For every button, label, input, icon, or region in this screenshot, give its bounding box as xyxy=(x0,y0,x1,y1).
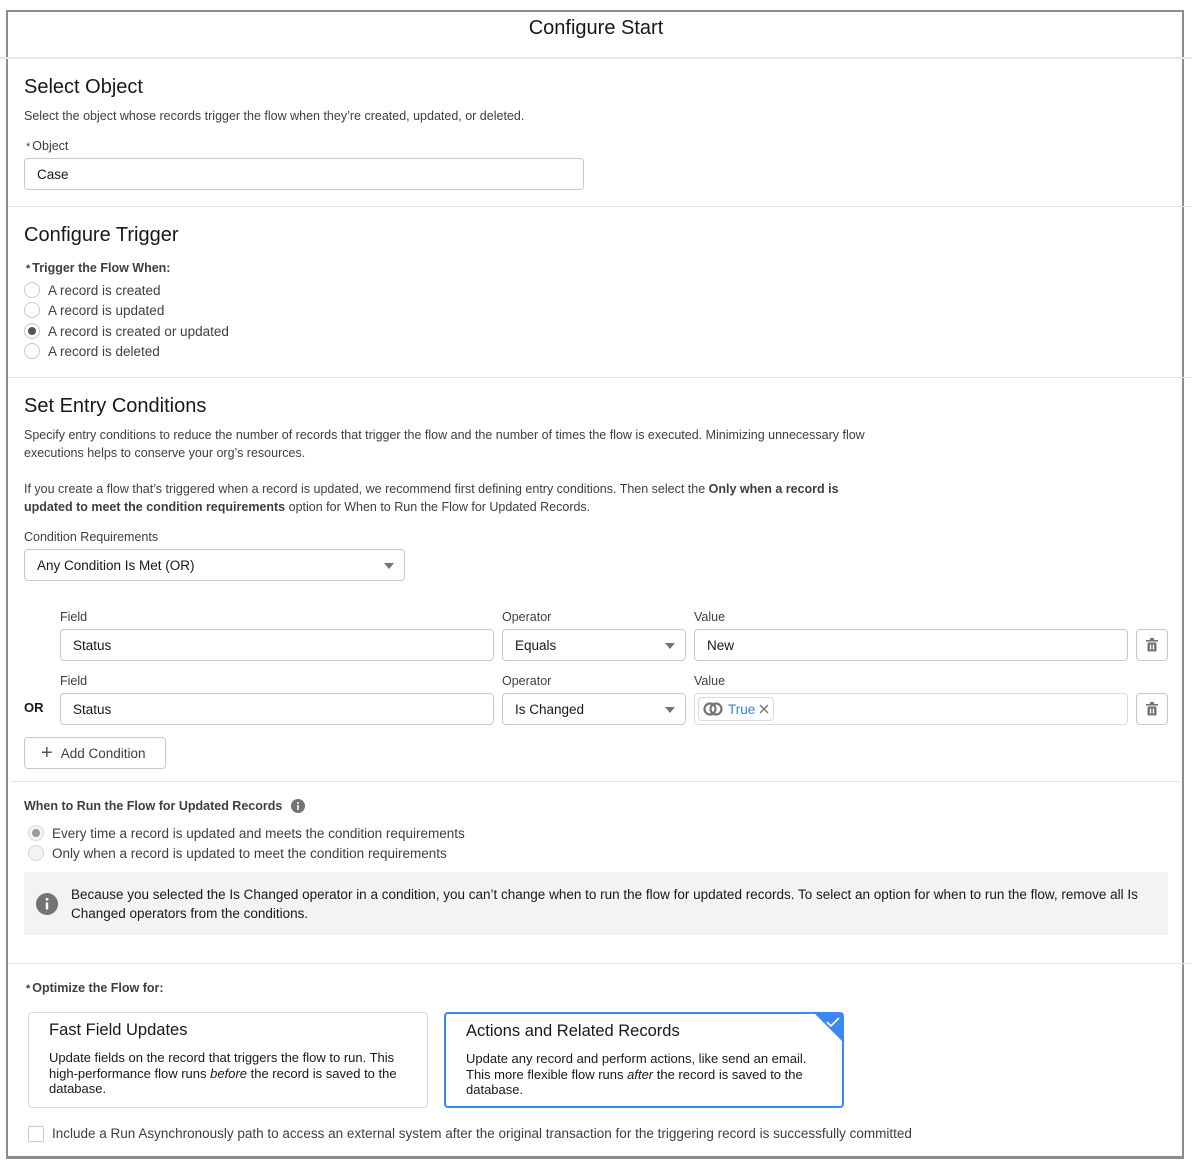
card-desc-em: before xyxy=(210,1065,248,1081)
operator-value: Equals xyxy=(515,637,557,653)
boolean-icon xyxy=(703,702,723,716)
section-divider xyxy=(8,963,1192,964)
object-label-text: Object xyxy=(32,139,69,153)
radio-button-checked[interactable] xyxy=(24,323,40,339)
radio-button[interactable] xyxy=(24,282,40,298)
section-divider xyxy=(12,781,1180,782)
info-message-box: Because you selected the Is Changed oper… xyxy=(24,872,1168,935)
or-connector: OR xyxy=(24,700,44,715)
info-icon xyxy=(36,892,58,915)
recommendation-suffix: option for When to Run the Flow for Upda… xyxy=(285,500,591,514)
card-description: Update fields on the record that trigger… xyxy=(49,1050,407,1097)
recommendation-text: If you create a flow that’s triggered wh… xyxy=(24,482,709,496)
card-title: Fast Field Updates xyxy=(49,1021,188,1039)
radio-label: A record is created or updated xyxy=(48,323,229,339)
trigger-option-updated[interactable]: A record is updated xyxy=(24,302,164,318)
section-divider xyxy=(8,206,1192,207)
optimize-label-text: Optimize the Flow for: xyxy=(32,981,164,995)
optimize-card-actions-related-records[interactable]: Actions and Related Records Update any r… xyxy=(444,1012,844,1108)
run-async-label[interactable]: Include a Run Asynchronously path to acc… xyxy=(52,1126,912,1141)
select-object-heading: Select Object xyxy=(24,76,143,98)
value-pill[interactable]: True xyxy=(698,697,775,721)
header-divider xyxy=(0,57,1192,59)
info-message-text: Because you selected the Is Changed oper… xyxy=(71,886,1138,921)
entry-conditions-description: Specify entry conditions to reduce the n… xyxy=(24,428,865,460)
value-label: Value xyxy=(694,674,726,688)
condition-requirements-value: Any Condition Is Met (OR) xyxy=(37,557,195,573)
select-object-description: Select the object whose records trigger … xyxy=(24,109,525,123)
radio-button[interactable] xyxy=(24,343,40,359)
condition-2-value-input[interactable]: True xyxy=(694,693,1128,725)
section-divider xyxy=(8,377,1192,378)
required-mark: * xyxy=(26,263,31,275)
delete-condition-2-button[interactable] xyxy=(1136,693,1168,725)
add-condition-button[interactable]: + Add Condition xyxy=(24,737,166,769)
trigger-label: * Trigger the Flow When: xyxy=(26,261,170,275)
object-input[interactable]: Case xyxy=(24,158,584,190)
trigger-option-created-or-updated[interactable]: A record is created or updated xyxy=(24,323,229,339)
value-text: New xyxy=(707,637,735,653)
entry-conditions-heading: Set Entry Conditions xyxy=(24,395,207,417)
value-label: Value xyxy=(694,610,726,624)
trigger-option-created[interactable]: A record is created xyxy=(24,282,161,298)
operator-value: Is Changed xyxy=(515,701,585,717)
radio-label: A record is updated xyxy=(48,302,165,318)
trash-icon xyxy=(1146,638,1158,652)
close-icon[interactable] xyxy=(759,704,769,714)
field-label: Field xyxy=(60,674,88,688)
field-label: Field xyxy=(60,610,88,624)
condition-requirements-label: Condition Requirements xyxy=(24,530,159,544)
required-mark: * xyxy=(26,141,31,153)
optimize-card-fast-field-updates[interactable]: Fast Field Updates Update fields on the … xyxy=(28,1012,428,1108)
card-title: Actions and Related Records xyxy=(466,1022,680,1040)
chevron-down-icon xyxy=(384,563,394,569)
trigger-option-deleted[interactable]: A record is deleted xyxy=(24,343,160,359)
card-description: Update any record and perform actions, l… xyxy=(466,1051,822,1098)
radio-label: Only when a record is updated to meet th… xyxy=(52,845,447,861)
condition-2-field-input[interactable]: Status xyxy=(60,693,494,725)
radio-button[interactable] xyxy=(24,302,40,318)
plus-icon: + xyxy=(41,742,53,764)
condition-requirements-select[interactable]: Any Condition Is Met (OR) xyxy=(24,549,405,581)
chevron-down-icon xyxy=(665,707,675,713)
page-title: Configure Start xyxy=(528,17,664,39)
condition-1-operator-select[interactable]: Equals xyxy=(502,629,686,661)
radio-label: Every time a record is updated and meets… xyxy=(52,825,465,841)
condition-2-operator-select[interactable]: Is Changed xyxy=(502,693,686,725)
run-async-checkbox[interactable] xyxy=(28,1126,44,1142)
field-value: Status xyxy=(73,637,112,653)
configure-trigger-heading: Configure Trigger xyxy=(24,224,179,246)
radio-button[interactable] xyxy=(28,845,44,861)
when-to-run-option-only-when[interactable]: Only when a record is updated to meet th… xyxy=(28,845,447,861)
condition-1-value-input[interactable]: New xyxy=(694,629,1128,661)
card-desc-em: after xyxy=(627,1066,654,1082)
operator-label: Operator xyxy=(502,610,552,624)
pill-label: True xyxy=(728,701,756,717)
check-icon xyxy=(826,1017,840,1027)
chevron-down-icon xyxy=(665,643,675,649)
when-to-run-label: When to Run the Flow for Updated Records xyxy=(24,799,306,813)
radio-label: A record is deleted xyxy=(48,343,160,359)
optimize-label: * Optimize the Flow for: xyxy=(26,981,164,995)
entry-conditions-recommendation: If you create a flow that’s triggered wh… xyxy=(24,480,874,516)
trash-icon xyxy=(1146,702,1158,716)
condition-1-field-input[interactable]: Status xyxy=(60,629,494,661)
required-mark: * xyxy=(26,983,31,995)
info-icon[interactable] xyxy=(291,799,306,813)
operator-label: Operator xyxy=(502,674,552,688)
add-condition-label: Add Condition xyxy=(60,745,146,761)
when-to-run-option-every-time[interactable]: Every time a record is updated and meets… xyxy=(28,825,465,841)
radio-button-checked[interactable] xyxy=(28,825,44,841)
object-label: * Object xyxy=(26,139,68,153)
field-value: Status xyxy=(73,701,112,717)
when-to-run-label-text: When to Run the Flow for Updated Records xyxy=(24,799,283,813)
delete-condition-1-button[interactable] xyxy=(1136,629,1168,661)
trigger-label-text: Trigger the Flow When: xyxy=(32,261,171,275)
object-input-value: Case xyxy=(37,166,69,182)
radio-label: A record is created xyxy=(48,282,161,298)
